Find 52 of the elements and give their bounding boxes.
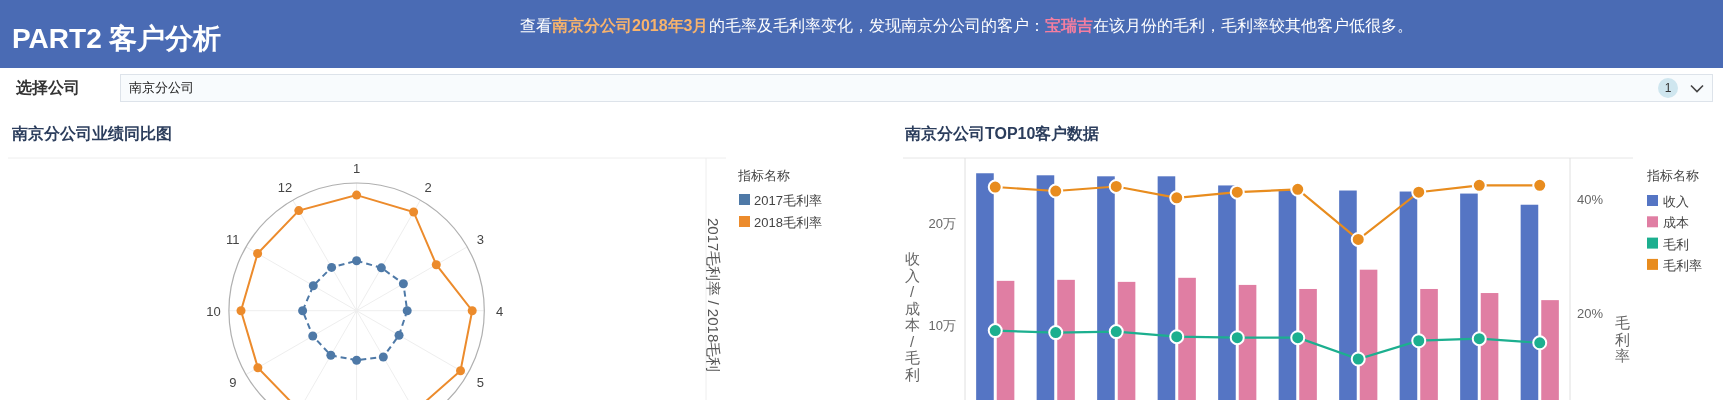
data-point [1048,183,1064,199]
count-badge: 1 [1658,78,1678,98]
axis-label: 1 [353,160,361,176]
page-title: PART2 客户分析 [12,22,222,56]
header-message: 查看南京分公司2018年3月 的毛率及毛利率变化，发现南京分公司的客户：宝瑞吉在该月份的毛利，毛利率较其他客户低很多。 [519,16,1414,36]
axis-label: 12 [277,179,293,195]
axis-label: 10 [206,303,221,319]
data-point [1411,184,1427,200]
data-point [1471,177,1487,193]
chevron-icon[interactable] [1690,83,1704,93]
data-point [1350,351,1366,367]
legend-label[interactable]: 毛利率 [1663,257,1702,273]
legend-label[interactable]: 2017毛利率 [754,193,822,208]
data-point [1108,324,1124,340]
data-point [1532,177,1548,193]
legend-label[interactable]: 收入 [1663,194,1689,209]
axis-label: 5 [476,375,485,391]
tick-label: 20% [1577,306,1604,321]
legend-title: 指标名称 [738,168,790,183]
tick-label: 40% [1577,192,1604,207]
tick-label: 20万 [928,216,956,231]
legend-title: 指标名称 [1647,168,1699,183]
axis-label: 11 [226,232,240,248]
data-point [1108,178,1124,194]
data-point [1290,330,1306,346]
company-select[interactable]: 南京分公司 1 [120,74,1713,102]
axis-title: 2017毛利率 / 2018毛利 [705,218,722,373]
chart-title: 南京分公司业绩同比图 [11,124,173,144]
data-point [1350,231,1366,247]
data-point [1169,329,1185,345]
axis-label: 9 [229,375,237,391]
filter-label: 选择公司 [16,77,80,98]
chart-title: 南京分公司TOP10客户数据 [904,124,1101,144]
data-point [1471,331,1487,347]
data-point [1048,325,1064,341]
axis-label: 2 [424,179,432,195]
data-point [987,179,1003,195]
data-point [1229,184,1245,200]
data-point [1532,335,1548,351]
data-point [1411,333,1427,349]
axis-label: 4 [496,303,504,319]
axis-label: 3 [476,232,485,248]
tick-label: 10万 [928,317,956,333]
legend-label[interactable]: 成本 [1663,215,1689,231]
data-point [1229,330,1245,346]
axis-title: 毛利率 [1614,314,1630,364]
data-point [1290,181,1306,197]
data-point [1169,190,1185,206]
legend-label[interactable]: 毛利 [1663,236,1689,252]
axis-title: 收入/成本/毛利 [904,250,920,383]
legend-label[interactable]: 2018毛利率 [754,215,822,230]
data-point [987,323,1003,339]
